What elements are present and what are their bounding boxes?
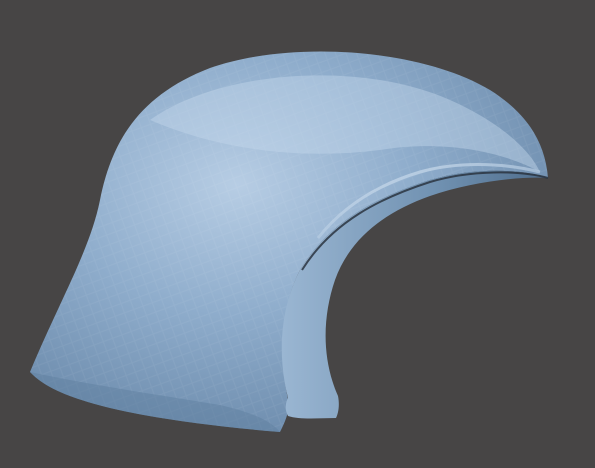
- 3d-viewport[interactable]: [0, 0, 595, 468]
- mesh-render-canvas[interactable]: [0, 0, 595, 468]
